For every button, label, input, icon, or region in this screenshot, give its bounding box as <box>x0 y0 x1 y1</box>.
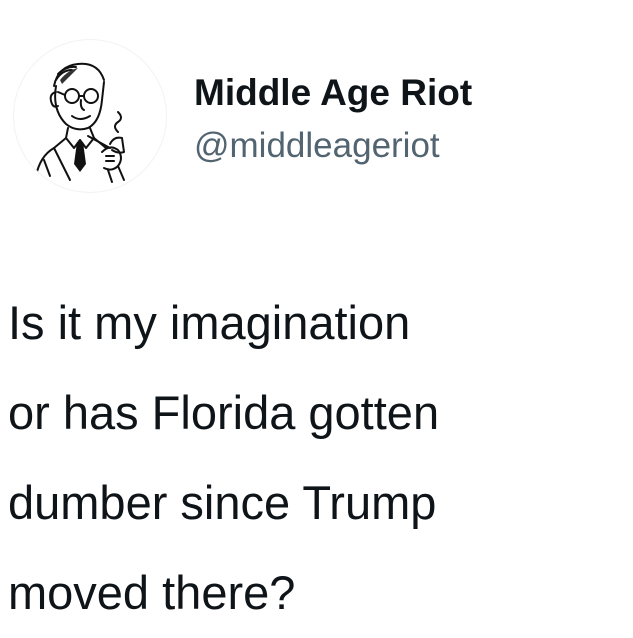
author-handle[interactable]: @middleageriot <box>194 124 440 168</box>
author-display-name[interactable]: Middle Age Riot <box>194 70 472 116</box>
tweet-card: Middle Age Riot @middleageriot Is it my … <box>0 0 633 633</box>
pipe-smoking-man-icon <box>35 62 125 183</box>
tweet-text-line: dumber since Trump <box>8 476 437 529</box>
avatar[interactable] <box>14 40 166 192</box>
tweet-text-line: or has Florida gotten <box>8 386 440 439</box>
tweet-text-line: moved there? <box>8 566 296 619</box>
tweet-text: Is it my imagination or has Florida gott… <box>8 278 628 638</box>
tweet-text-line: Is it my imagination <box>8 296 411 349</box>
